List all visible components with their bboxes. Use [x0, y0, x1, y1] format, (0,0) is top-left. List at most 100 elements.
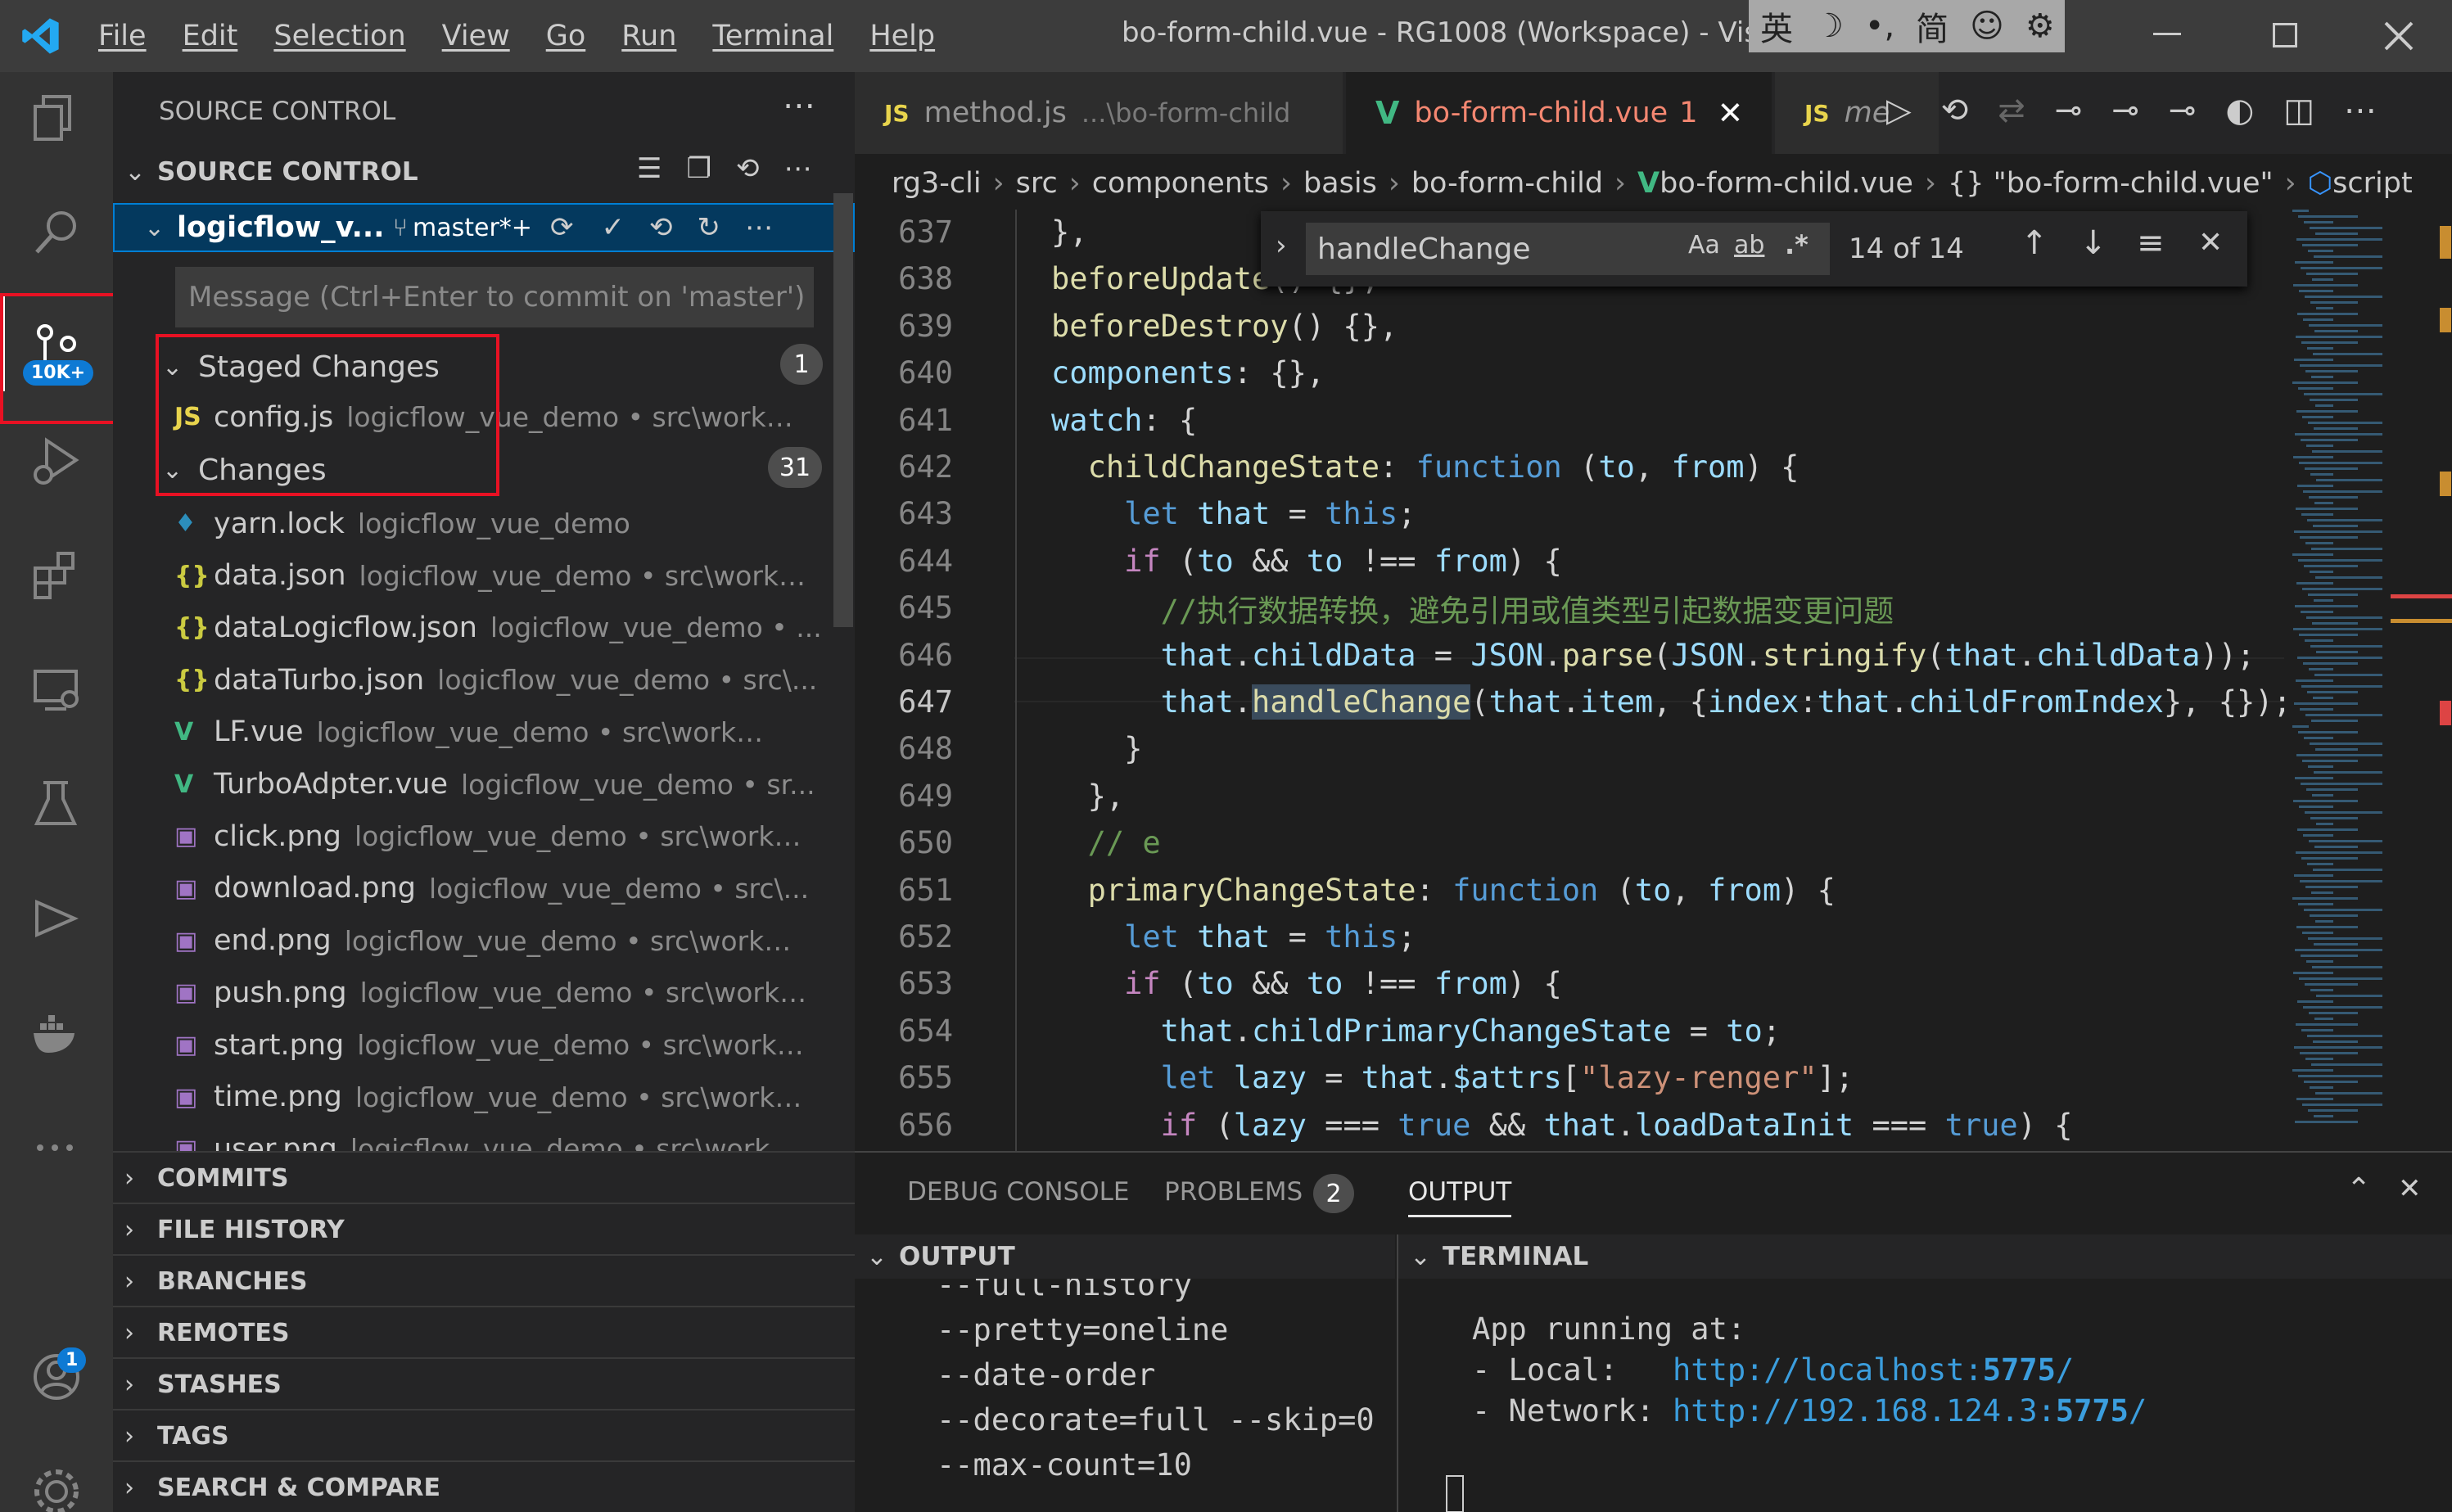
commit-message-input[interactable]: Message (Ctrl+Enter to commit on 'master…	[175, 267, 814, 327]
compare-icon[interactable]: ⇄	[1998, 92, 2025, 129]
find-in-selection-icon[interactable]: ≡	[2137, 224, 2165, 262]
refresh-icon[interactable]: ↻	[698, 211, 721, 244]
tab-debug-console[interactable]: DEBUG CONSOLE	[907, 1177, 1129, 1207]
explorer-icon[interactable]	[20, 80, 93, 152]
search-icon[interactable]	[20, 195, 93, 267]
menu-selection[interactable]: Selection	[273, 20, 405, 52]
punct-icon[interactable]: •,	[1865, 7, 1894, 45]
ime-lang[interactable]: 英	[1760, 2, 1793, 50]
list-item[interactable]: ▣ time.png logicflow_vue_demo • src\workfl…	[174, 1072, 855, 1123]
sync-icon[interactable]: ⟳	[550, 211, 574, 244]
tab-problems[interactable]: PROBLEMS	[1164, 1177, 1303, 1207]
next-match-icon[interactable]: ↓	[2079, 224, 2107, 262]
git-next-icon[interactable]: ⊸	[2169, 92, 2197, 129]
section-stashes[interactable]: › STASHES	[113, 1357, 855, 1410]
match-word-icon[interactable]: ab	[1734, 231, 1764, 260]
testing-icon[interactable]	[20, 768, 93, 840]
menu-edit[interactable]: Edit	[183, 20, 238, 52]
section-file-history[interactable]: › FILE HISTORY	[113, 1203, 855, 1255]
breadcrumb-item[interactable]: {} "bo-form-child.vue"	[1948, 167, 2274, 200]
ime-gear-icon[interactable]: ⚙	[2025, 7, 2055, 45]
close-find-icon[interactable]: ✕	[2198, 226, 2223, 260]
minimize-button[interactable]	[2153, 33, 2181, 35]
network-port[interactable]: 5775	[2056, 1393, 2129, 1429]
moon-icon[interactable]: ☽	[1814, 7, 1844, 45]
breadcrumb-item[interactable]: bo-form-child.vue	[1660, 167, 1913, 200]
run-icon[interactable]: ▷	[1886, 92, 1912, 129]
repo-row[interactable]: ⌄ logicflow_v... ⑂ master*+ ⟳ ✓ ⟲ ↻ ⋯	[113, 203, 855, 252]
history-icon[interactable]: ⟲	[736, 152, 760, 185]
breadcrumb-item[interactable]: src	[1016, 167, 1058, 200]
menu-terminal[interactable]: Terminal	[712, 20, 833, 52]
git-blame-icon[interactable]: ◐	[2225, 92, 2254, 129]
list-item[interactable]: ▣ download.png logicflow_vue_demo • src\..…	[174, 863, 855, 914]
minimap[interactable]	[2284, 210, 2452, 1151]
output-section-header[interactable]: ⌄ OUTPUT	[855, 1234, 1395, 1279]
live-share-icon[interactable]	[20, 882, 93, 955]
git-prev-icon[interactable]: ⊸	[2055, 92, 2083, 129]
tab-bo-form-child-vue[interactable]: V bo-form-child.vue 1 ✕	[1346, 72, 1772, 154]
tab-method-js[interactable]: JS method.js ...\bo-form-child	[855, 72, 1343, 154]
repo-history-icon[interactable]: ⟲	[649, 211, 673, 244]
terminal-section-header[interactable]: ⌄ TERMINAL	[1397, 1234, 2452, 1279]
section-more-icon[interactable]: ⋯	[783, 152, 811, 185]
run-debug-icon[interactable]	[20, 424, 93, 496]
split-editor-icon[interactable]: ◫	[2283, 92, 2314, 129]
list-item[interactable]: {} data.json logicflow_vue_demo • src\work…	[174, 550, 855, 602]
code-editor[interactable]: 637},638beforeUpdate() {},639beforeDestr…	[855, 210, 2296, 1151]
list-item[interactable]: ▣ end.png logicflow_vue_demo • src\workflo…	[174, 915, 855, 967]
section-remotes[interactable]: › REMOTES	[113, 1306, 855, 1358]
maximize-panel-icon[interactable]: ⌃	[2346, 1172, 2371, 1206]
list-item[interactable]: ♦yarn.locklogicflow_vue_demoM	[174, 498, 855, 549]
section-branches[interactable]: › BRANCHES	[113, 1254, 855, 1307]
editor-more-icon[interactable]: ⋯	[2344, 92, 2377, 129]
close-window-button[interactable]	[2374, 11, 2423, 61]
menu-file[interactable]: File	[98, 20, 147, 52]
repo-more-icon[interactable]: ⋯	[745, 211, 773, 244]
list-item[interactable]: ▣ start.png logicflow_vue_demo • src\workf…	[174, 1019, 855, 1071]
list-item[interactable]: V TurboAdpter.vue logicflow_vue_demo • sr.…	[174, 759, 855, 810]
terminal-view[interactable]: App running at: - Local: http://localhos…	[1397, 1279, 2452, 1512]
network-url[interactable]: http://192.168.124.3:	[1673, 1393, 2056, 1429]
breadcrumb-item[interactable]: rg3-cli	[892, 167, 982, 200]
menu-run[interactable]: Run	[621, 20, 676, 52]
list-item[interactable]: {} dataLogicflow.json logicflow_vue_demo •…	[174, 602, 855, 653]
breadcrumb-item[interactable]: bo-form-child	[1411, 167, 1603, 200]
list-item[interactable]: ▣ click.png logicflow_vue_demo • src\workf…	[174, 810, 855, 862]
close-tab-icon[interactable]: ✕	[1718, 95, 1744, 131]
regex-icon[interactable]: .*	[1785, 229, 1809, 260]
toggle-replace-icon[interactable]: ›	[1276, 229, 1287, 262]
section-tags[interactable]: › TAGS	[113, 1409, 855, 1461]
local-url[interactable]: http://localhost:	[1673, 1352, 1983, 1388]
breadcrumb-item[interactable]: basis	[1303, 167, 1377, 200]
breadcrumb-item[interactable]: components	[1092, 167, 1269, 200]
extensions-icon[interactable]	[20, 539, 93, 611]
section-commits[interactable]: › COMMITS	[113, 1151, 855, 1203]
tab-output[interactable]: OUTPUT	[1408, 1177, 1512, 1217]
list-item[interactable]: ▣ push.png logicflow_vue_demo • src\workfl…	[174, 967, 855, 1018]
match-case-icon[interactable]: Aa	[1688, 231, 1720, 260]
sidebar-more-icon[interactable]: ⋯	[783, 87, 815, 124]
prev-match-icon[interactable]: ↑	[2021, 224, 2048, 262]
git-commit-icon[interactable]: ⊸	[2111, 92, 2139, 129]
section-search-compare[interactable]: › SEARCH & COMPARE	[113, 1460, 855, 1512]
remote-explorer-icon[interactable]	[20, 653, 93, 725]
close-panel-icon[interactable]: ✕	[2398, 1172, 2422, 1205]
menu-view[interactable]: View	[442, 20, 510, 52]
list-item[interactable]: {} dataTurbo.json logicflow_vue_demo • src…	[174, 654, 855, 706]
local-port[interactable]: 5775	[1983, 1352, 2056, 1388]
ime-trad[interactable]: 简	[1916, 2, 1949, 50]
output-log[interactable]: --full-history --pretty=oneline --date-ord…	[904, 1279, 1395, 1512]
timeline-icon[interactable]: ⟲	[1941, 92, 1969, 129]
emoji-icon[interactable]: ☺	[1970, 7, 2004, 45]
menu-go[interactable]: Go	[546, 20, 586, 52]
commit-check-icon[interactable]: ✓	[602, 211, 625, 244]
sidebar-scrollbar[interactable]	[833, 193, 853, 627]
breadcrumb-item[interactable]: script	[2332, 167, 2413, 200]
list-view-icon[interactable]: ☰	[637, 152, 662, 185]
settings-gear-icon[interactable]	[20, 1456, 93, 1512]
more-views-icon[interactable]	[20, 1112, 93, 1184]
branch-name[interactable]: master*+	[413, 214, 550, 242]
list-item[interactable]: V LF.vue logicflow_vue_demo • src\workflow…	[174, 706, 855, 758]
docker-icon[interactable]	[20, 997, 93, 1069]
